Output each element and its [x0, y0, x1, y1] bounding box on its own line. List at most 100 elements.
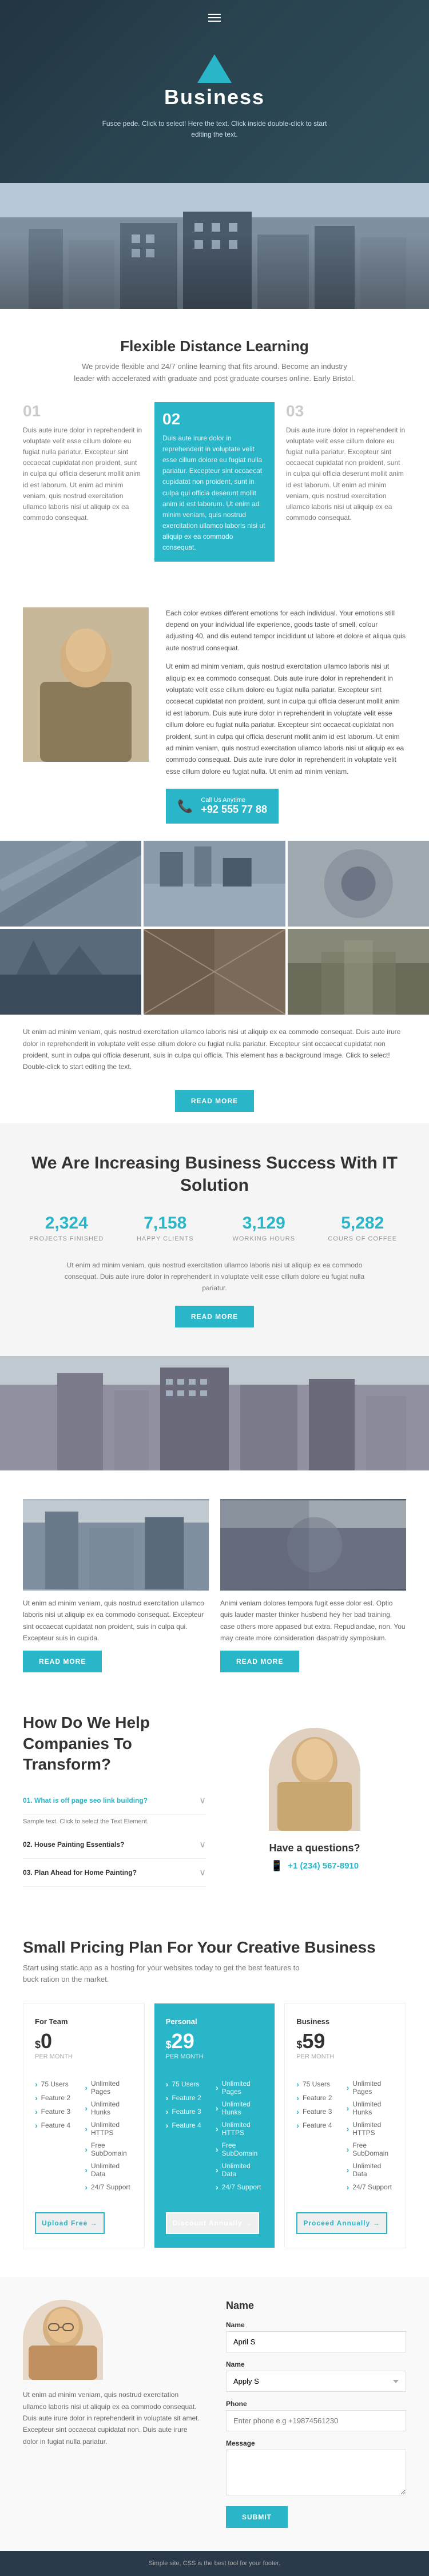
stat-clients-label: HAPPY CLIENTS — [122, 1235, 209, 1242]
faq-section: How Do We Help Companies To Transform? 0… — [0, 1689, 429, 1909]
pricing-feature: Feature 4 — [35, 2118, 82, 2132]
gallery-item-3 — [288, 841, 429, 927]
feature-text-1: Duis aute irure dolor in reprehenderit i… — [23, 425, 143, 524]
building-svg — [0, 183, 429, 309]
gallery-read-more-button[interactable]: READ MORE — [175, 1090, 254, 1112]
blog-read-more-2[interactable]: READ MORE — [220, 1651, 299, 1672]
features-grid: 01 Duis aute irure dolor in reprehenderi… — [23, 402, 406, 562]
pricing-period-business: PER MONTH — [296, 2053, 394, 2060]
blog-excerpt-2: Animi veniam dolores tempora fugit esse … — [220, 1597, 406, 1644]
hamburger-menu[interactable] — [208, 11, 221, 24]
pricing-feature: Unlimited Data — [85, 2160, 132, 2180]
gallery-item-5 — [144, 929, 285, 1015]
profile-body-2: Ut enim ad minim veniam, quis nostrud ex… — [166, 661, 406, 777]
stats-title: We Are Increasing Business Success With … — [23, 1152, 406, 1196]
blog-image-1 — [23, 1499, 209, 1591]
contact-message-input[interactable] — [226, 2450, 406, 2495]
pricing-title: Small Pricing Plan For Your Creative Bus… — [23, 1938, 406, 1957]
pricing-features-right-team: Unlimited Pages Unlimited Hunks Unlimite… — [85, 2077, 132, 2194]
pricing-feature: Feature 3 — [35, 2105, 82, 2118]
pricing-feature: Free SubDomain — [347, 2139, 394, 2160]
call-box: 📞 Call Us Anytime +92 555 77 88 — [166, 789, 279, 824]
call-text: Call Us Anytime +92 555 77 88 — [201, 797, 267, 816]
faq-item-2-label: 02. House Painting Essentials? — [23, 1840, 124, 1848]
blog-excerpt-1: Ut enim ad minim veniam, quis nostrud ex… — [23, 1597, 209, 1644]
pricing-card-personal: Personal $29 PER MONTH 75 Users Feature … — [154, 2003, 276, 2248]
pricing-feature: Unlimited HTTPS — [85, 2118, 132, 2139]
contact-message-label: Message — [226, 2439, 406, 2447]
pricing-feature: Unlimited Data — [347, 2160, 394, 2180]
pricing-grid: For Team $0 PER MONTH 75 Users Feature 2… — [23, 2003, 406, 2248]
have-questions-label: Have a questions? — [269, 1842, 360, 1854]
contact-name-label: Name — [226, 2321, 406, 2329]
pricing-section: Small Pricing Plan For Your Creative Bus… — [0, 1910, 429, 2277]
call-number: +92 555 77 88 — [201, 804, 267, 816]
gallery-text-section: Ut enim ad minim veniam, quis nostrud ex… — [0, 1015, 429, 1084]
feature-num-1: 01 — [23, 402, 143, 420]
contact-select[interactable]: Apply S Option 2 Option 3 — [226, 2371, 406, 2392]
faq-item-3[interactable]: 03. Plan Ahead for Home Painting? ∨ — [23, 1859, 206, 1887]
faq-item-2[interactable]: 02. House Painting Essentials? ∨ — [23, 1831, 206, 1859]
pricing-features-right-business: Unlimited Pages Unlimited Hunks Unlimite… — [347, 2077, 394, 2194]
pricing-feature: Feature 2 — [35, 2091, 82, 2105]
contact-phone-label: Phone — [226, 2400, 406, 2408]
blog-read-more-1[interactable]: READ MORE — [23, 1651, 102, 1672]
faq-chevron-2-icon: ∨ — [199, 1839, 206, 1850]
flexible-title: Flexible Distance Learning — [23, 337, 406, 355]
gallery-item-1 — [0, 841, 141, 927]
pricing-feature: 24/7 Support — [85, 2180, 132, 2194]
blog-card-1: Ut enim ad minim veniam, quis nostrud ex… — [23, 1499, 209, 1673]
faq-item-1[interactable]: 01. What is off page seo link building? … — [23, 1787, 206, 1815]
pricing-feature: Unlimited Pages — [347, 2077, 394, 2098]
hero-logo-text: Business — [164, 85, 265, 109]
phone-icon: 📱 — [271, 1860, 283, 1872]
stats-grid: 2,324 PROJECTS FINISHED 7,158 HAPPY CLIE… — [23, 1214, 406, 1242]
contact-submit-button[interactable]: SUBMIT — [226, 2506, 288, 2528]
contact-name-input[interactable] — [226, 2331, 406, 2352]
hero-building-image — [0, 183, 429, 309]
contact-form-title: Name — [226, 2300, 406, 2312]
pricing-feature: Unlimited Data — [216, 2160, 263, 2180]
faq-phone-number: +1 (234) 567-8910 — [288, 1861, 359, 1871]
pricing-plan-name-business: Business — [296, 2017, 394, 2026]
pricing-feature: 75 Users — [166, 2077, 213, 2091]
stats-read-more-button[interactable]: READ MORE — [175, 1306, 254, 1327]
stats-section: We Are Increasing Business Success With … — [0, 1123, 429, 1356]
pricing-period-personal: PER MONTH — [166, 2053, 264, 2060]
faq-person-image — [269, 1728, 360, 1831]
gallery-item-2 — [144, 841, 285, 927]
pricing-feature: Feature 3 — [166, 2105, 213, 2118]
building-image-2 — [0, 1356, 429, 1470]
faq-left: How Do We Help Companies To Transform? 0… — [23, 1712, 206, 1886]
gallery-grid — [0, 841, 429, 1015]
feature-item-1: 01 Duis aute irure dolor in reprehenderi… — [23, 402, 143, 562]
flexible-section: Flexible Distance Learning We provide fl… — [0, 309, 429, 590]
hero-logo: Business — [100, 54, 329, 109]
pricing-btn-business[interactable]: Proceed Annually → — [296, 2212, 387, 2234]
pricing-feature: Unlimited HTTPS — [347, 2118, 394, 2139]
pricing-feature: Feature 4 — [296, 2118, 344, 2132]
contact-phone-input[interactable] — [226, 2410, 406, 2431]
flexible-subtitle: We provide flexible and 24/7 online lear… — [72, 361, 357, 385]
blog-card-2: Animi veniam dolores tempora fugit esse … — [220, 1499, 406, 1673]
pricing-feature: Unlimited Hunks — [347, 2098, 394, 2118]
feature-text-2: Duis aute irure dolor in reprehenderit i… — [162, 433, 267, 554]
pricing-feature: Unlimited Hunks — [85, 2098, 132, 2118]
stat-coffee: 5,282 COURS OF COFFEE — [319, 1214, 407, 1242]
stat-projects-number: 2,324 — [23, 1214, 110, 1233]
pricing-features-left-team: 75 Users Feature 2 Feature 3 Feature 4 — [35, 2077, 82, 2194]
contact-right: Name Name Name Apply S Option 2 Option 3… — [226, 2300, 406, 2528]
pricing-btn-team[interactable]: Upload Free → — [35, 2212, 105, 2234]
faq-chevron-3-icon: ∨ — [199, 1867, 206, 1878]
faq-item-3-label: 03. Plan Ahead for Home Painting? — [23, 1869, 137, 1877]
pricing-btn-personal[interactable]: Discount Annually → — [166, 2212, 259, 2234]
pricing-feature: 24/7 Support — [216, 2180, 263, 2194]
pricing-feature: Unlimited HTTPS — [216, 2118, 263, 2139]
gallery-item-4 — [0, 929, 141, 1015]
stat-hours: 3,129 WORKING HOURS — [220, 1214, 308, 1242]
stat-clients-number: 7,158 — [122, 1214, 209, 1233]
pricing-feature: Feature 4 — [166, 2118, 213, 2132]
pricing-feature: Unlimited Hunks — [216, 2098, 263, 2118]
blog-section: Ut enim ad minim veniam, quis nostrud ex… — [0, 1470, 429, 1690]
pricing-features-left-business: 75 Users Feature 2 Feature 3 Feature 4 — [296, 2077, 344, 2194]
